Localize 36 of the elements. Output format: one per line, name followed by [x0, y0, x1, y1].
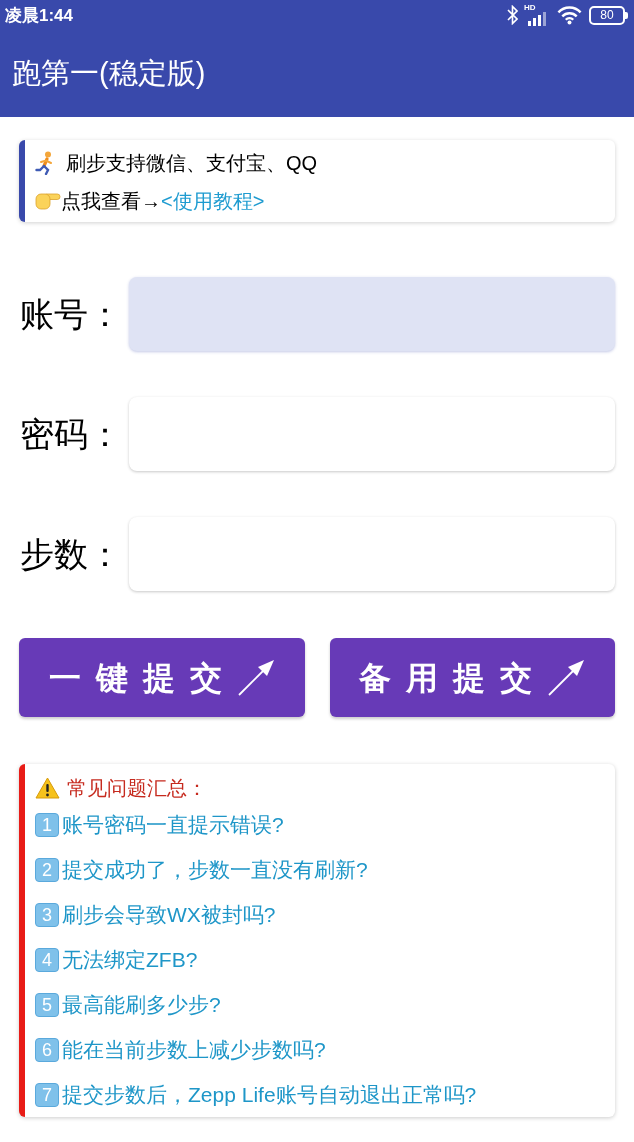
arrow-icon — [236, 658, 275, 697]
pointing-hand-icon — [35, 191, 61, 211]
app-title: 跑第一(稳定版) — [12, 59, 206, 88]
status-time: 凌晨1:44 — [5, 6, 74, 24]
field-label: 步数： — [19, 537, 123, 571]
faq-link[interactable]: 提交步数后，Zepp Life账号自动退出正常吗? — [62, 1084, 477, 1105]
faq-link[interactable]: 刷步会导致WX被封吗? — [62, 904, 276, 925]
faq-link[interactable]: 提交成功了，步数一直没有刷新? — [62, 859, 368, 880]
number-keycap: 6 — [35, 1037, 59, 1062]
faq-link[interactable]: 账号密码一直提示错误? — [62, 814, 284, 835]
number-keycap: 1 — [35, 812, 59, 837]
submit-button[interactable]: 备用提交 — [329, 638, 615, 717]
number-keycap: 3 — [35, 902, 59, 927]
notice-text: 刷步支持微信、支付宝、QQ — [66, 153, 318, 173]
arrow-icon — [547, 658, 586, 697]
field-label: 密码： — [19, 417, 123, 451]
faq-link[interactable]: 最高能刷多少步? — [62, 994, 221, 1015]
wifi-icon — [556, 5, 583, 25]
input-field[interactable] — [129, 397, 615, 471]
number-keycap: 5 — [35, 992, 59, 1017]
signal-indicator: HD — [524, 4, 550, 26]
number-keycap: 7 — [35, 1082, 59, 1107]
warning-icon — [35, 777, 60, 799]
faq-link[interactable]: 能在当前步数上减少步数吗? — [62, 1039, 326, 1060]
bluetooth-icon — [507, 5, 518, 25]
submit-button[interactable]: 一键提交 — [19, 638, 305, 717]
number-keycap: 4 — [35, 947, 59, 972]
battery-indicator: 80 — [589, 5, 628, 25]
faq-link[interactable]: 无法绑定ZFB? — [62, 949, 198, 970]
faq-title: 常见问题汇总： — [67, 778, 207, 798]
field-label: 账号： — [19, 297, 123, 331]
tutorial-link[interactable]: <使用教程> — [161, 191, 265, 211]
notice-text: 点我查看→ — [61, 191, 161, 211]
input-field[interactable] — [129, 517, 615, 591]
number-keycap: 2 — [35, 857, 59, 882]
input-field[interactable] — [129, 277, 615, 351]
